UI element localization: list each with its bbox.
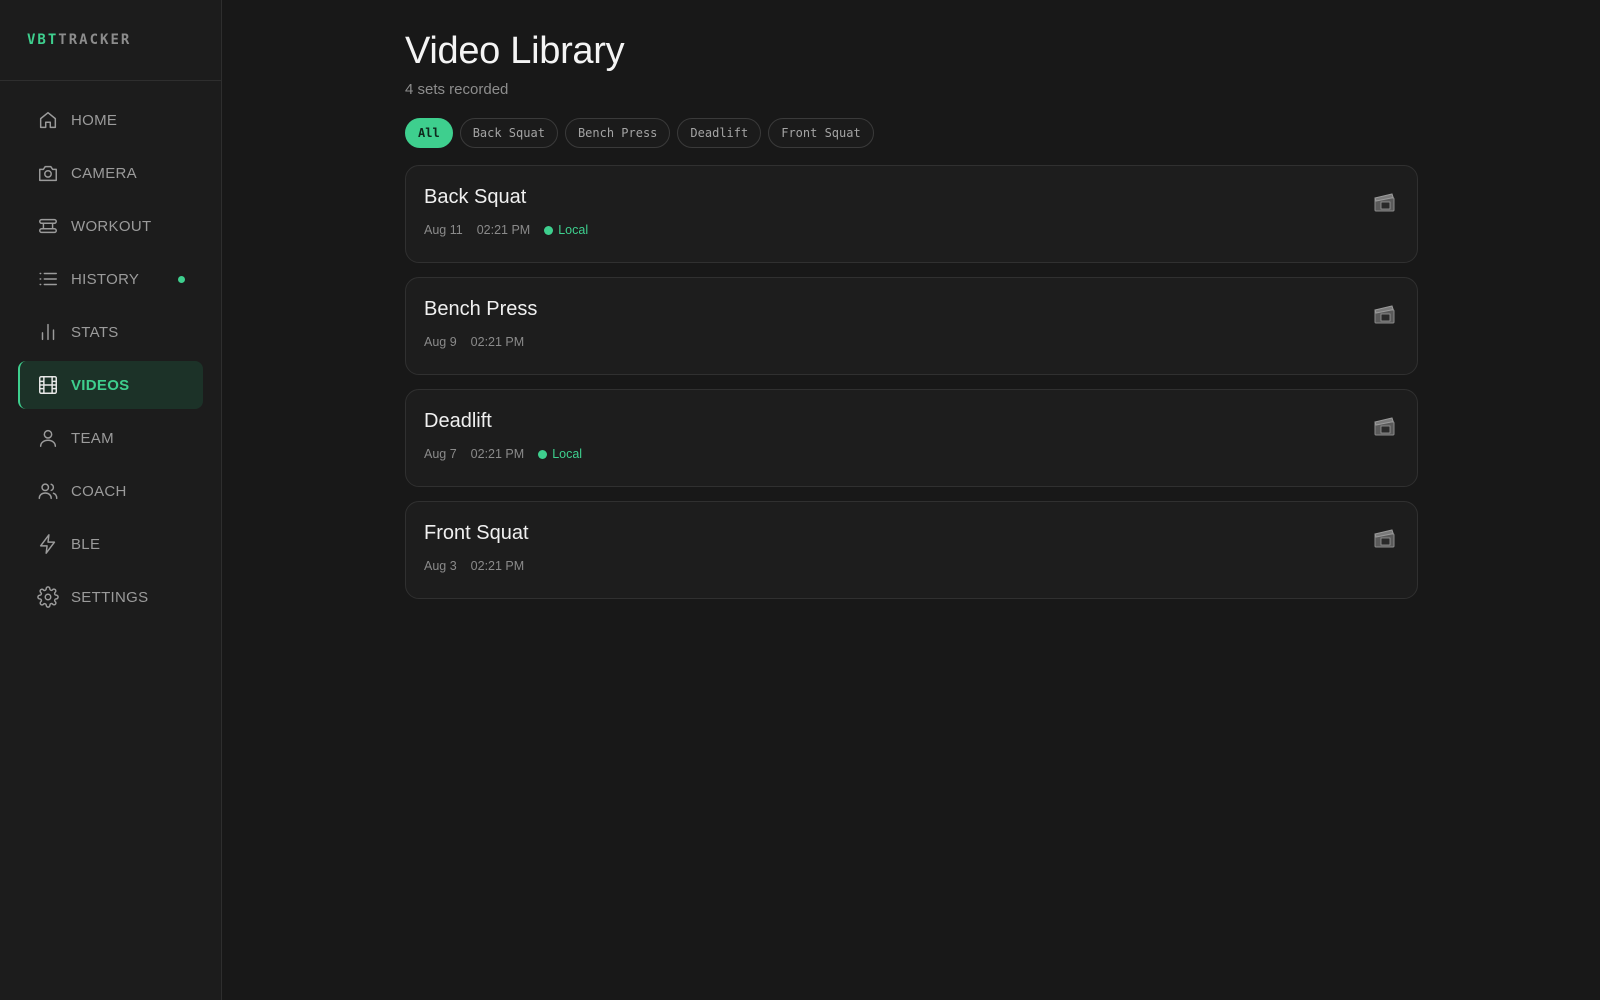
sidebar-item-stats[interactable]: STATS <box>18 308 203 356</box>
video-title: Front Squat <box>424 522 529 544</box>
clapperboard-icon[interactable] <box>1373 414 1397 438</box>
filter-chip-all[interactable]: All <box>405 118 453 148</box>
sidebar-item-label: TEAM <box>71 429 114 447</box>
video-date: Aug 11 <box>424 223 463 237</box>
status-label: Local <box>552 447 583 461</box>
sidebar-item-team[interactable]: TEAM <box>18 414 203 462</box>
sidebar-item-coach[interactable]: COACH <box>18 467 203 515</box>
video-time: 02:21 PM <box>476 223 531 237</box>
workout-icon <box>37 215 59 237</box>
sidebar-item-label: HOME <box>71 111 118 129</box>
brand-part-1: VBT <box>27 32 59 48</box>
film-icon <box>37 374 59 396</box>
video-meta: Aug 9 02:21 PM <box>424 335 1399 349</box>
sidebar-item-label: VIDEOS <box>71 376 130 394</box>
sidebar-item-workout[interactable]: WORKOUT <box>18 202 203 250</box>
video-card[interactable]: Back Squat Aug 11 02:21 PM Local <box>405 165 1418 263</box>
brand-logo[interactable]: VBT TRACKER <box>0 0 221 81</box>
local-status-badge: Local <box>538 447 582 461</box>
filter-chip-deadlift[interactable]: Deadlift <box>677 118 762 148</box>
sidebar-item-settings[interactable]: SETTINGS <box>18 573 203 621</box>
user-icon <box>37 427 59 449</box>
status-dot <box>538 449 548 459</box>
video-time: 02:21 PM <box>470 447 525 461</box>
sidebar-item-home[interactable]: HOME <box>18 96 203 144</box>
video-title: Deadlift <box>424 410 492 432</box>
video-title: Back Squat <box>424 186 527 208</box>
sidebar-item-label: SETTINGS <box>71 588 149 606</box>
video-date: Aug 7 <box>424 447 457 461</box>
sidebar-item-videos[interactable]: VIDEOS <box>18 361 203 409</box>
status-label: Local <box>558 223 589 237</box>
list-icon <box>37 268 59 290</box>
filter-chip-back-squat[interactable]: Back Squat <box>459 118 558 148</box>
video-date: Aug 9 <box>424 335 457 349</box>
status-dot <box>544 225 554 235</box>
bar-chart-icon <box>37 321 59 343</box>
sidebar-item-label: BLE <box>71 535 101 553</box>
video-card[interactable]: Deadlift Aug 7 02:21 PM Local <box>405 389 1418 487</box>
camera-icon <box>37 162 59 184</box>
brand-part-2: TRACKER <box>58 32 132 48</box>
main-content: Video Library 4 sets recorded All Back S… <box>222 0 1600 1000</box>
filter-chips: All Back Squat Bench Press Deadlift Fron… <box>405 118 1600 148</box>
lightning-icon <box>37 533 59 555</box>
video-meta: Aug 11 02:21 PM Local <box>424 223 1399 237</box>
clapperboard-icon[interactable] <box>1373 190 1397 214</box>
video-list: Back Squat Aug 11 02:21 PM Local Bench P… <box>405 165 1418 599</box>
sidebar-item-label: WORKOUT <box>71 217 152 235</box>
video-card[interactable]: Front Squat Aug 3 02:21 PM <box>405 501 1418 599</box>
sidebar-item-camera[interactable]: CAMERA <box>18 149 203 197</box>
filter-chip-bench-press[interactable]: Bench Press <box>564 118 671 148</box>
filter-chip-front-squat[interactable]: Front Squat <box>768 118 874 148</box>
sets-count: 4 sets recorded <box>405 81 509 98</box>
sidebar: VBTTRACKER HOME CAMERA WORKOUT HISTORY <box>0 0 222 1000</box>
video-time: 02:21 PM <box>470 559 525 573</box>
page-title: Video Library <box>405 30 625 72</box>
notification-dot <box>178 276 185 283</box>
sidebar-item-label: HISTORY <box>71 270 140 288</box>
video-meta: Aug 7 02:21 PM Local <box>424 447 1399 461</box>
video-time: 02:21 PM <box>470 335 525 349</box>
sidebar-item-ble[interactable]: BLE <box>18 520 203 568</box>
sidebar-nav: HOME CAMERA WORKOUT HISTORY STATS VIDEOS… <box>0 81 221 621</box>
clapperboard-icon[interactable] <box>1373 302 1397 326</box>
local-status-badge: Local <box>544 223 588 237</box>
sidebar-item-history[interactable]: HISTORY <box>18 255 203 303</box>
video-date: Aug 3 <box>424 559 457 573</box>
clapperboard-icon[interactable] <box>1373 526 1397 550</box>
sidebar-item-label: STATS <box>71 323 119 341</box>
home-icon <box>37 109 59 131</box>
sidebar-item-label: CAMERA <box>71 164 137 182</box>
sidebar-item-label: COACH <box>71 482 127 500</box>
users-icon <box>37 480 59 502</box>
video-title: Bench Press <box>424 298 538 320</box>
gear-icon <box>37 586 59 608</box>
video-meta: Aug 3 02:21 PM <box>424 559 1399 573</box>
video-card[interactable]: Bench Press Aug 9 02:21 PM <box>405 277 1418 375</box>
